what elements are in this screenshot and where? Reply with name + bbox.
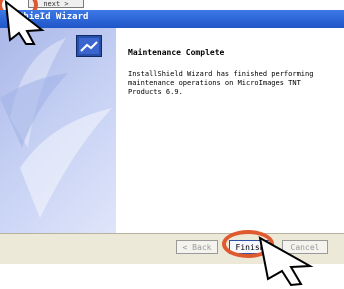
arrow-cursor-icon: [4, 0, 45, 45]
installshield-wizard-window: ShieId Wizard Maintenance Complete Insta…: [0, 10, 344, 264]
side-graphic-panel: [0, 28, 116, 233]
abstract-graphic: [0, 38, 112, 218]
title-bar: ShieId Wizard: [0, 10, 344, 28]
wizard-heading: Maintenance Complete: [128, 48, 225, 57]
top-strip: next >: [0, 0, 344, 10]
installshield-logo-icon: [76, 35, 102, 57]
content-panel: [116, 28, 344, 233]
wizard-message: InstallShield Wizard has finished perfor…: [128, 70, 314, 96]
back-button[interactable]: < Back: [176, 240, 218, 254]
arrow-cursor-icon: [258, 236, 314, 287]
